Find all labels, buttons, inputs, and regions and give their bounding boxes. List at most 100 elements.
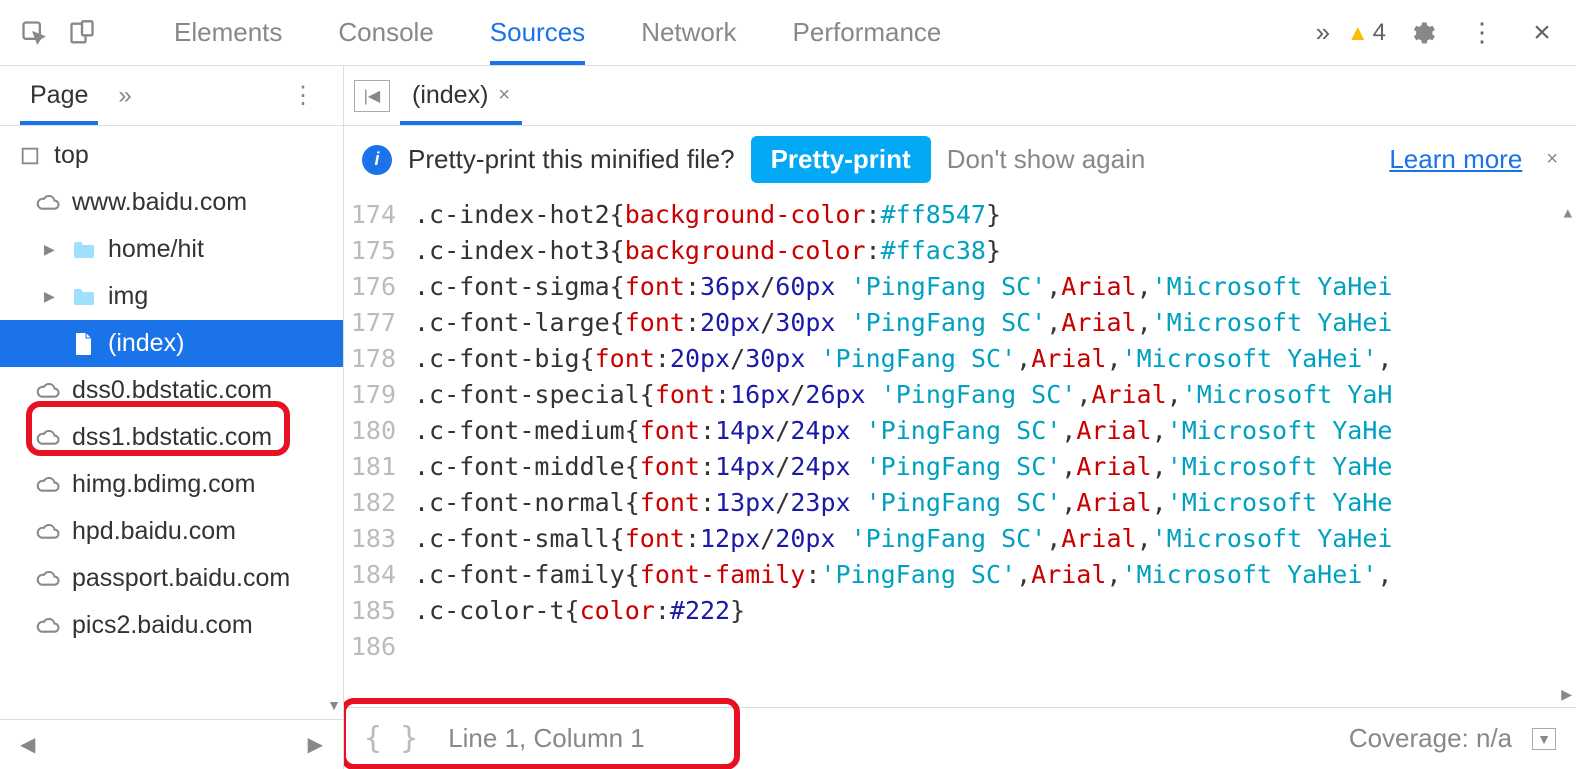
folder-icon — [70, 283, 98, 311]
tree-item-label: hpd.baidu.com — [72, 517, 236, 546]
coverage-label: Coverage: n/a — [1349, 723, 1512, 754]
tree-item-passport-baidu-com[interactable]: passport.baidu.com — [0, 555, 343, 602]
inspect-element-icon[interactable] — [12, 11, 56, 55]
panel-tab-elements[interactable]: Elements — [146, 0, 310, 65]
format-braces-icon[interactable]: { } — [364, 721, 418, 756]
tree-item-label: top — [54, 141, 89, 170]
code-line[interactable]: 180.c-font-medium{font:14px/24px 'PingFa… — [344, 413, 1576, 449]
tree-expand-icon[interactable]: ▶ — [44, 288, 60, 305]
code-line[interactable]: 179.c-font-special{font:16px/26px 'PingF… — [344, 377, 1576, 413]
cloud-icon — [34, 471, 62, 499]
learn-more-link[interactable]: Learn more — [1389, 144, 1522, 175]
dont-show-again-link[interactable]: Don't show again — [947, 144, 1146, 175]
devtools-toolbar: ElementsConsoleSourcesNetworkPerformance… — [0, 0, 1576, 66]
tree-expand-icon[interactable]: ▶ — [44, 241, 60, 258]
cloud-icon — [34, 518, 62, 546]
file-tree[interactable]: top www.baidu.com ▶ home/hit ▶img (index) dss0… — [0, 126, 343, 719]
code-text: .c-index-hot2{background-color:#ff8547} — [414, 197, 1576, 233]
tree-item-himg-bdimg-com[interactable]: himg.bdimg.com — [0, 461, 343, 508]
code-line[interactable]: 183.c-font-small{font:12px/20px 'PingFan… — [344, 521, 1576, 557]
infobar-close-icon[interactable]: × — [1546, 148, 1558, 171]
line-number: 178 — [344, 341, 414, 377]
tree-item-label: passport.baidu.com — [72, 564, 290, 593]
code-text: .c-font-big{font:20px/30px 'PingFang SC'… — [414, 341, 1576, 377]
code-line[interactable]: 177.c-font-large{font:20px/30px 'PingFan… — [344, 305, 1576, 341]
code-line[interactable]: 178.c-font-big{font:20px/30px 'PingFang … — [344, 341, 1576, 377]
pretty-print-infobar: i Pretty-print this minified file? Prett… — [344, 126, 1576, 193]
device-toggle-icon[interactable] — [60, 11, 104, 55]
code-text: .c-font-special{font:16px/26px 'PingFang… — [414, 377, 1576, 413]
code-line[interactable]: 174.c-index-hot2{background-color:#ff854… — [344, 197, 1576, 233]
panel-tab-console[interactable]: Console — [310, 0, 461, 65]
tree-item-dss0-bdstatic-com[interactable]: dss0.bdstatic.com — [0, 367, 343, 414]
warnings-badge[interactable]: ▲ 4 — [1347, 19, 1386, 47]
scroll-up-icon[interactable]: ▲ — [1564, 195, 1572, 231]
code-line[interactable]: 176.c-font-sigma{font:36px/60px 'PingFan… — [344, 269, 1576, 305]
frame-icon — [16, 142, 44, 170]
source-code-area[interactable]: ▲ 174.c-index-hot2{background-color:#ff8… — [344, 193, 1576, 689]
tree-item--index-[interactable]: (index) — [0, 320, 343, 367]
cloud-icon — [34, 612, 62, 640]
tree-item-www-baidu-com[interactable]: www.baidu.com — [0, 179, 343, 226]
tree-item-home-hit[interactable]: ▶ home/hit — [0, 226, 343, 273]
editor-statusbar: { } Line 1, Column 1 Coverage: n/a ▼ — [344, 707, 1576, 769]
panel-tab-performance[interactable]: Performance — [765, 0, 970, 65]
code-line[interactable]: 185.c-color-t{color:#222} — [344, 593, 1576, 629]
code-line[interactable]: 186 — [344, 629, 1576, 665]
pretty-print-button[interactable]: Pretty-print — [751, 136, 931, 183]
settings-gear-icon[interactable] — [1400, 11, 1444, 55]
close-devtools-icon[interactable]: × — [1520, 11, 1564, 55]
cloud-icon — [34, 565, 62, 593]
code-text: .c-index-hot3{background-color:#ffac38} — [414, 233, 1576, 269]
kebab-menu-icon[interactable]: ⋮ — [1460, 11, 1504, 55]
code-text: .c-font-medium{font:14px/24px 'PingFang … — [414, 413, 1576, 449]
editor-panel: |◀ (index) × i Pretty-print this minifie… — [344, 66, 1576, 769]
sidebar-tab-page[interactable]: Page — [20, 66, 98, 125]
cloud-icon — [34, 189, 62, 217]
navigate-back-icon[interactable]: |◀ — [354, 80, 390, 112]
code-text — [414, 629, 1576, 665]
tree-item-pics2-baidu-com[interactable]: pics2.baidu.com — [0, 602, 343, 649]
line-number: 186 — [344, 629, 414, 665]
line-number: 182 — [344, 485, 414, 521]
tree-item-label: (index) — [108, 329, 184, 358]
code-line[interactable]: 175.c-index-hot3{background-color:#ffac3… — [344, 233, 1576, 269]
footer-dropdown-icon[interactable]: ▼ — [1532, 728, 1556, 750]
more-tabs-icon[interactable]: » — [1301, 11, 1345, 55]
code-line[interactable]: 184.c-font-family{font-family:'PingFang … — [344, 557, 1576, 593]
tree-item-img[interactable]: ▶img — [0, 273, 343, 320]
tree-item-label: www.baidu.com — [72, 188, 247, 217]
line-number: 184 — [344, 557, 414, 593]
line-number: 176 — [344, 269, 414, 305]
code-text: .c-font-large{font:20px/30px 'PingFang S… — [414, 305, 1576, 341]
info-icon: i — [362, 145, 392, 175]
cursor-position: Line 1, Column 1 — [448, 723, 645, 754]
code-line[interactable]: 181.c-font-middle{font:14px/24px 'PingFa… — [344, 449, 1576, 485]
code-text: .c-font-family{font-family:'PingFang SC'… — [414, 557, 1576, 593]
close-tab-icon[interactable]: × — [498, 84, 510, 107]
warning-triangle-icon: ▲ — [1347, 20, 1369, 46]
sidebar-footer: ◀ ▶ — [0, 719, 343, 769]
sidebar-scroll-right-icon[interactable]: ▶ — [308, 732, 323, 757]
panel-tab-network[interactable]: Network — [613, 0, 764, 65]
editor-tab-index[interactable]: (index) × — [400, 66, 522, 125]
editor-tab-label: (index) — [412, 81, 488, 110]
tree-item-hpd-baidu-com[interactable]: hpd.baidu.com — [0, 508, 343, 555]
sidebar-more-tabs-icon[interactable]: » — [118, 82, 131, 110]
scroll-right-icon[interactable]: ▶ — [1561, 686, 1572, 703]
code-text: .c-font-normal{font:13px/23px 'PingFang … — [414, 485, 1576, 521]
tree-item-top[interactable]: top — [0, 132, 343, 179]
code-line[interactable]: 182.c-font-normal{font:13px/23px 'PingFa… — [344, 485, 1576, 521]
sidebar-scroll-left-icon[interactable]: ◀ — [20, 732, 35, 757]
tree-item-label: dss0.bdstatic.com — [72, 376, 272, 405]
tree-item-dss1-bdstatic-com[interactable]: dss1.bdstatic.com — [0, 414, 343, 461]
panel-tab-sources[interactable]: Sources — [462, 0, 613, 65]
tree-scroll-down-icon[interactable]: ▼ — [327, 697, 341, 713]
line-number: 181 — [344, 449, 414, 485]
sidebar-kebab-icon[interactable]: ⋮ — [283, 81, 323, 110]
line-number: 180 — [344, 413, 414, 449]
tree-item-label: home/hit — [108, 235, 204, 264]
tree-item-label: pics2.baidu.com — [72, 611, 253, 640]
warning-count: 4 — [1373, 19, 1386, 47]
file-icon — [70, 330, 98, 358]
